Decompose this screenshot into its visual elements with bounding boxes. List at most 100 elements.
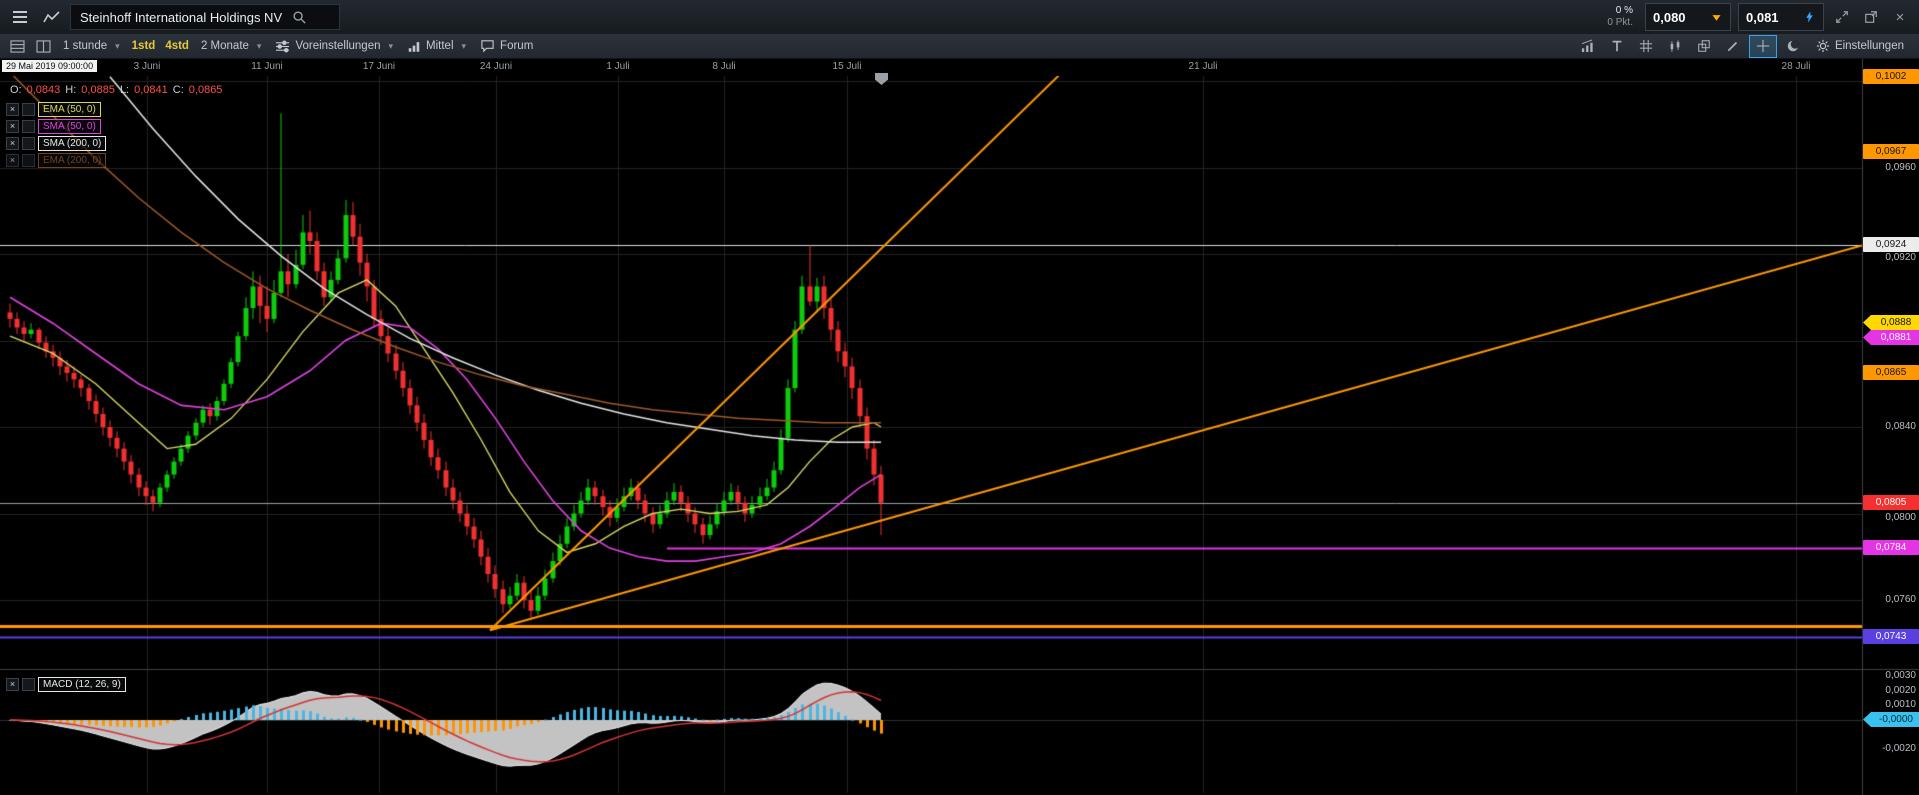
forum-label: Forum — [500, 40, 533, 52]
indicator-label[interactable]: SMA (50, 0) — [38, 119, 101, 134]
layout-icon[interactable] — [30, 36, 56, 57]
range-value: 2 Monate — [201, 40, 249, 52]
date-tick-label: 11 Juni — [232, 61, 302, 72]
indicator-legend-sma200: SMA (200, 0) — [6, 136, 106, 151]
price-axis-label: 0,0784 — [1863, 540, 1919, 555]
indicators-icon[interactable] — [1575, 36, 1601, 57]
indicator-checkbox[interactable] — [22, 678, 35, 691]
date-tick-label: 15 Juli — [812, 61, 882, 72]
overlay-icon[interactable] — [1691, 36, 1717, 57]
chart-type-dropdown[interactable]: Mittel — [400, 34, 473, 58]
price-axis[interactable]: 0,10020,09670,09600,09240,09200,08880,08… — [1862, 0, 1919, 795]
quick-timeframe-4h[interactable]: 4std — [160, 40, 194, 52]
ohlc-legend: O:0,0843 H:0,0885 L:0,0841 C:0,0865 — [10, 84, 222, 96]
sell-arrow-icon — [1710, 11, 1723, 24]
price-axis-label: 0,0960 — [1863, 160, 1919, 175]
indicator-legend-ema50: EMA (50, 0) — [6, 102, 101, 117]
remove-indicator-icon[interactable] — [6, 154, 19, 167]
price-axis-label: 0,0800 — [1863, 510, 1919, 525]
date-tick-label: 3 Juni — [112, 61, 182, 72]
draw-icon[interactable] — [1720, 36, 1746, 57]
timeframe-value: 1 stunde — [63, 40, 107, 52]
price-axis-label: 0,0881 — [1863, 330, 1919, 345]
indicator-checkbox[interactable] — [22, 137, 35, 150]
price-axis-label: -0,0000 — [1863, 712, 1919, 727]
indicator-checkbox[interactable] — [22, 120, 35, 133]
price-axis-label: 0,0020 — [1863, 683, 1919, 698]
price-axis-label: 0,0805 — [1863, 495, 1919, 510]
price-axis-label: -0,0020 — [1863, 741, 1919, 756]
search-icon[interactable] — [292, 10, 307, 25]
range-dropdown[interactable]: 2 Monate — [194, 34, 268, 58]
expand-icon[interactable] — [1831, 6, 1853, 28]
popout-icon[interactable] — [1860, 6, 1882, 28]
price-axis-label: 0,0967 — [1863, 144, 1919, 159]
ohlc-open-label: O: — [10, 84, 22, 96]
remove-indicator-icon[interactable] — [6, 678, 19, 691]
indicator-label[interactable]: EMA (50, 0) — [38, 102, 101, 117]
change-stats: 0 % 0 Pkt. — [1607, 5, 1633, 29]
quick-timeframe-1h[interactable]: 1std — [127, 40, 161, 52]
ohlc-low-value: 0,0841 — [134, 84, 168, 96]
price-axis-label: 0,0760 — [1863, 592, 1919, 607]
theme-icon[interactable] — [1780, 36, 1806, 57]
date-tick-label: 1 Juli — [583, 61, 653, 72]
date-tick-label: 24 Juni — [461, 61, 531, 72]
price-axis-label: 0,0865 — [1863, 365, 1919, 380]
presets-dropdown[interactable]: Voreinstellungen — [268, 34, 400, 58]
text-tool-icon[interactable] — [1604, 36, 1630, 57]
price-axis-label: 0,0743 — [1863, 629, 1919, 644]
price-axis-label: 0,0920 — [1863, 250, 1919, 265]
forum-button[interactable]: Forum — [473, 34, 540, 58]
ohlc-high-label: H: — [65, 84, 76, 96]
price-axis-label: 0,0010 — [1863, 697, 1919, 712]
date-tick-label: 28 Juli — [1761, 61, 1831, 72]
presets-label: Voreinstellungen — [295, 40, 380, 52]
date-tick-label: 21 Juli — [1168, 61, 1238, 72]
sell-button[interactable]: 0,080 — [1645, 3, 1731, 31]
ohlc-close-label: C: — [173, 84, 184, 96]
chart-type-label: Mittel — [426, 40, 453, 52]
menu-icon[interactable] — [8, 5, 32, 29]
buy-price: 0,081 — [1746, 10, 1779, 25]
buy-button[interactable]: 0,081 — [1738, 3, 1824, 31]
remove-indicator-icon[interactable] — [6, 120, 19, 133]
forum-icon — [480, 39, 495, 53]
hover-timestamp: 29 Mai 2019 09:00:00 — [2, 60, 97, 72]
symbol-title-box[interactable]: Steinhoff International Holdings NV — [70, 4, 340, 30]
top-bar: Steinhoff International Holdings NV 0 % … — [0, 0, 1919, 35]
indicator-checkbox[interactable] — [22, 154, 35, 167]
bars-icon — [407, 40, 421, 53]
chart-line-icon[interactable] — [39, 5, 63, 29]
date-tick-label: 8 Juli — [689, 61, 759, 72]
panels-icon[interactable] — [4, 36, 30, 57]
grid-icon[interactable] — [1633, 36, 1659, 57]
sell-price: 0,080 — [1653, 10, 1686, 25]
close-icon[interactable]: × — [1889, 6, 1911, 28]
timeframe-dropdown[interactable]: 1 stunde — [56, 34, 127, 58]
remove-indicator-icon[interactable] — [6, 103, 19, 116]
candlestick-icon[interactable] — [1662, 36, 1688, 57]
remove-indicator-icon[interactable] — [6, 137, 19, 150]
price-chart-canvas[interactable] — [0, 0, 1919, 795]
date-tick-label: 17 Juni — [344, 61, 414, 72]
crosshair-icon[interactable] — [1749, 35, 1777, 58]
indicator-label[interactable]: EMA (200, 0) — [38, 153, 106, 168]
chart-toolbar: 1 stunde 1std 4std 2 Monate Voreinstellu… — [0, 34, 1919, 59]
macd-label[interactable]: MACD (12, 26, 9) — [38, 677, 126, 692]
price-axis-label: 0,0888 — [1863, 315, 1919, 330]
ohlc-high-value: 0,0885 — [81, 84, 115, 96]
price-axis-label: 0,0840 — [1863, 419, 1919, 434]
price-axis-label: 0,1002 — [1863, 69, 1919, 84]
indicator-legend-ema200: EMA (200, 0) — [6, 153, 106, 168]
change-percent: 0 % — [1607, 5, 1633, 17]
indicator-checkbox[interactable] — [22, 103, 35, 116]
trading-app: Steinhoff International Holdings NV 0 % … — [0, 0, 1919, 795]
settings-button[interactable]: Einstellungen — [1809, 34, 1911, 58]
price-axis-label: 0,0030 — [1863, 668, 1919, 683]
settings-label: Einstellungen — [1835, 40, 1904, 52]
buy-flash-icon — [1803, 10, 1816, 24]
indicator-label[interactable]: SMA (200, 0) — [38, 136, 106, 151]
indicator-legend-sma50: SMA (50, 0) — [6, 119, 101, 134]
gear-icon — [1816, 39, 1830, 53]
